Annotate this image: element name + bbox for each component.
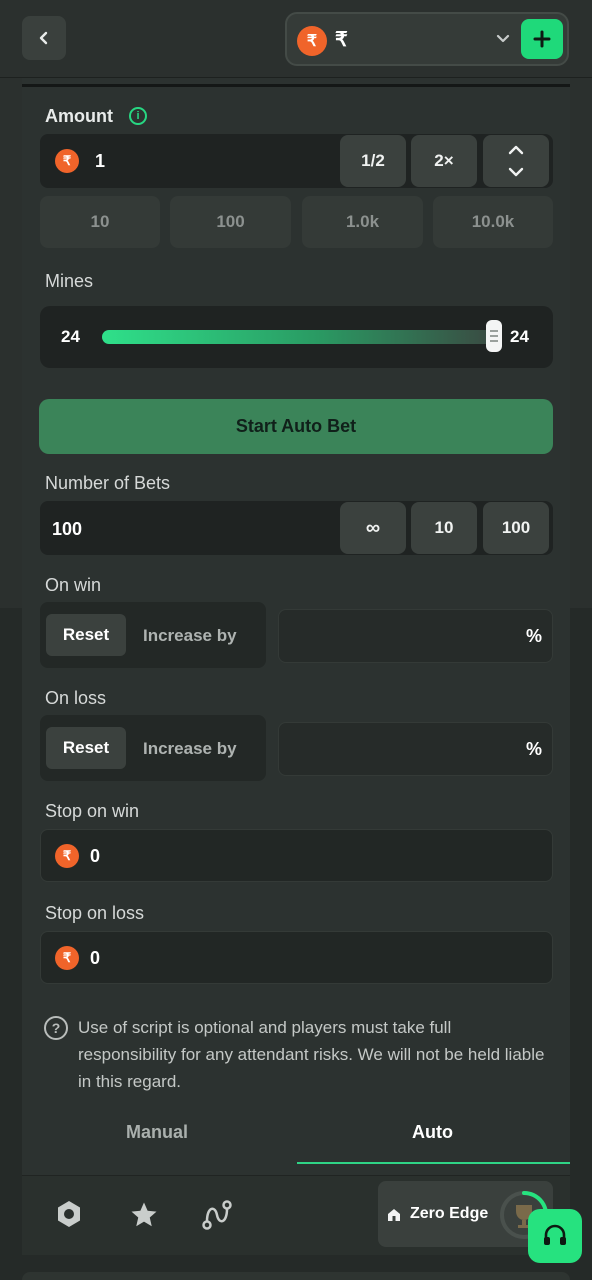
balance-currency: ₹ [335, 29, 348, 51]
chevron-down-icon[interactable] [495, 28, 511, 50]
number-of-bets-value[interactable]: 100 [52, 519, 82, 540]
stop-on-win-input[interactable] [40, 829, 553, 882]
double-amount-button[interactable]: 2× [411, 135, 477, 187]
mines-slider-track[interactable] [102, 330, 494, 344]
on-win-label: On win [45, 575, 102, 595]
on-loss-label: On loss [45, 688, 107, 708]
tab-auto[interactable]: Auto [412, 1122, 453, 1143]
on-loss-mode: Reset Increase by [40, 715, 266, 781]
panel-divider [22, 84, 570, 87]
mines-max-value: 24 [510, 327, 529, 346]
mines-slider[interactable]: 24 24 [40, 306, 553, 368]
rupee-coin-icon: ₹ [297, 26, 327, 56]
back-button[interactable] [22, 16, 66, 60]
on-loss-increase-button[interactable]: Increase by [143, 739, 237, 759]
headset-icon [544, 1224, 566, 1245]
house-icon [388, 1209, 400, 1221]
quick-amount-100[interactable]: 100 [170, 196, 291, 248]
support-chat-button[interactable] [528, 1209, 582, 1263]
star-icon[interactable] [129, 1200, 159, 1230]
mines-min-value: 24 [61, 327, 80, 346]
next-section-edge [22, 1272, 570, 1280]
rupee-coin-icon: ₹ [55, 946, 79, 970]
zero-edge-button[interactable]: Zero Edge [378, 1181, 553, 1247]
on-win-reset-button[interactable]: Reset [46, 614, 126, 656]
mines-slider-handle[interactable] [486, 320, 502, 352]
mines-label: Mines [45, 271, 94, 291]
plus-icon [533, 30, 551, 48]
percent-unit: % [525, 626, 542, 646]
amount-value[interactable]: 1 [95, 151, 105, 172]
zero-edge-label: Zero Edge [410, 1205, 489, 1222]
stop-on-loss-label: Stop on loss [45, 903, 145, 923]
page-background-right [570, 78, 592, 608]
script-disclaimer: Use of script is optional and players mu… [78, 1018, 545, 1091]
bets-infinite-button[interactable]: ∞ [340, 502, 406, 554]
stop-on-win-label: Stop on win [45, 801, 140, 821]
stop-on-loss-input[interactable] [40, 931, 553, 984]
quick-amount-1k[interactable]: 1.0k [302, 196, 423, 248]
page-background-left [0, 78, 22, 608]
hexagon-settings-icon[interactable] [54, 1199, 84, 1229]
on-loss-percent-input[interactable]: % [278, 722, 553, 776]
chevron-left-icon [39, 31, 48, 45]
amount-label: Amount [45, 106, 113, 126]
active-tab-indicator [297, 1162, 570, 1164]
deposit-button[interactable] [521, 19, 563, 59]
quick-amount-10k[interactable]: 10.0k [433, 196, 553, 248]
on-win-percent-input[interactable]: % [278, 609, 553, 663]
on-win-increase-button[interactable]: Increase by [143, 626, 237, 646]
on-loss-reset-button[interactable]: Reset [46, 727, 126, 769]
route-icon[interactable] [201, 1199, 233, 1231]
info-icon[interactable]: i [129, 107, 147, 125]
tab-manual[interactable]: Manual [126, 1122, 188, 1143]
quick-amount-10[interactable]: 10 [40, 196, 160, 248]
bets-100-button[interactable]: 100 [483, 502, 549, 554]
amount-stepper[interactable] [483, 135, 549, 187]
half-amount-button[interactable]: 1/2 [340, 135, 406, 187]
bets-10-button[interactable]: 10 [411, 502, 477, 554]
up-down-chevron-icon [508, 145, 524, 177]
number-of-bets-label: Number of Bets [45, 473, 171, 493]
start-auto-bet-button[interactable]: Start Auto Bet [39, 399, 553, 454]
stop-on-win-value[interactable]: 0 [90, 846, 100, 867]
stop-on-loss-value[interactable]: 0 [90, 948, 100, 969]
question-icon: ? [44, 1016, 68, 1040]
wallet-selector[interactable]: ₹ ₹ [285, 12, 569, 66]
rupee-coin-icon: ₹ [55, 844, 79, 868]
top-bar: ₹ ₹ [0, 0, 592, 78]
on-win-mode: Reset Increase by [40, 602, 266, 668]
percent-unit: % [525, 739, 542, 759]
rupee-coin-icon: ₹ [55, 149, 79, 173]
